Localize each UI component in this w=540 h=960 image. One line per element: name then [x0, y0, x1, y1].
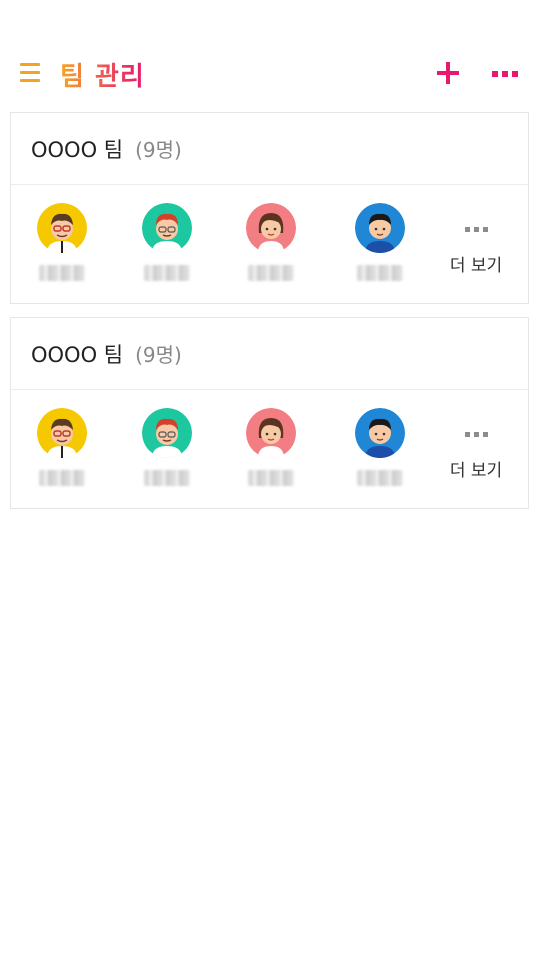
member-name-blurred	[144, 265, 190, 281]
member-list: 더 보기	[11, 390, 528, 510]
member-name-blurred	[357, 265, 403, 281]
member-item[interactable]	[345, 408, 415, 486]
avatar	[355, 203, 405, 253]
hamburger-menu-icon[interactable]	[20, 63, 40, 83]
more-label: 더 보기	[449, 461, 503, 481]
more-members-button[interactable]: 더 보기	[441, 408, 511, 481]
member-name-blurred	[248, 265, 294, 281]
member-item[interactable]	[27, 408, 97, 486]
avatar	[355, 408, 405, 458]
member-name-blurred	[39, 265, 85, 281]
team-member-count: (9명)	[135, 343, 182, 367]
team-header[interactable]: OOOO 팀 (9명)	[11, 318, 528, 390]
member-item[interactable]	[132, 408, 202, 486]
avatar	[246, 203, 296, 253]
ellipsis-icon	[441, 432, 511, 437]
team-member-count: (9명)	[135, 138, 182, 162]
ellipsis-icon	[441, 227, 511, 232]
member-item[interactable]	[27, 203, 97, 281]
avatar	[246, 408, 296, 458]
team-card[interactable]: OOOO 팀 (9명) 더 보기	[10, 317, 529, 509]
member-name-blurred	[39, 470, 85, 486]
member-item[interactable]	[132, 203, 202, 281]
add-team-icon[interactable]	[437, 62, 459, 84]
member-item[interactable]	[236, 408, 306, 486]
more-members-button[interactable]: 더 보기	[441, 203, 511, 276]
team-name: OOOO 팀	[31, 342, 124, 367]
avatar	[142, 408, 192, 458]
member-name-blurred	[357, 470, 403, 486]
more-label: 더 보기	[449, 256, 503, 276]
member-name-blurred	[144, 470, 190, 486]
member-item[interactable]	[345, 203, 415, 281]
app-header: 팀 관리	[0, 48, 540, 100]
avatar	[37, 408, 87, 458]
page-title: 팀 관리	[60, 56, 145, 93]
team-name: OOOO 팀	[31, 137, 124, 162]
team-header[interactable]: OOOO 팀 (9명)	[11, 113, 528, 185]
member-item[interactable]	[236, 203, 306, 281]
avatar	[37, 203, 87, 253]
more-options-icon[interactable]	[492, 71, 518, 77]
member-list: 더 보기	[11, 185, 528, 305]
avatar	[142, 203, 192, 253]
team-card[interactable]: OOOO 팀 (9명) 더 보기	[10, 112, 529, 304]
member-name-blurred	[248, 470, 294, 486]
